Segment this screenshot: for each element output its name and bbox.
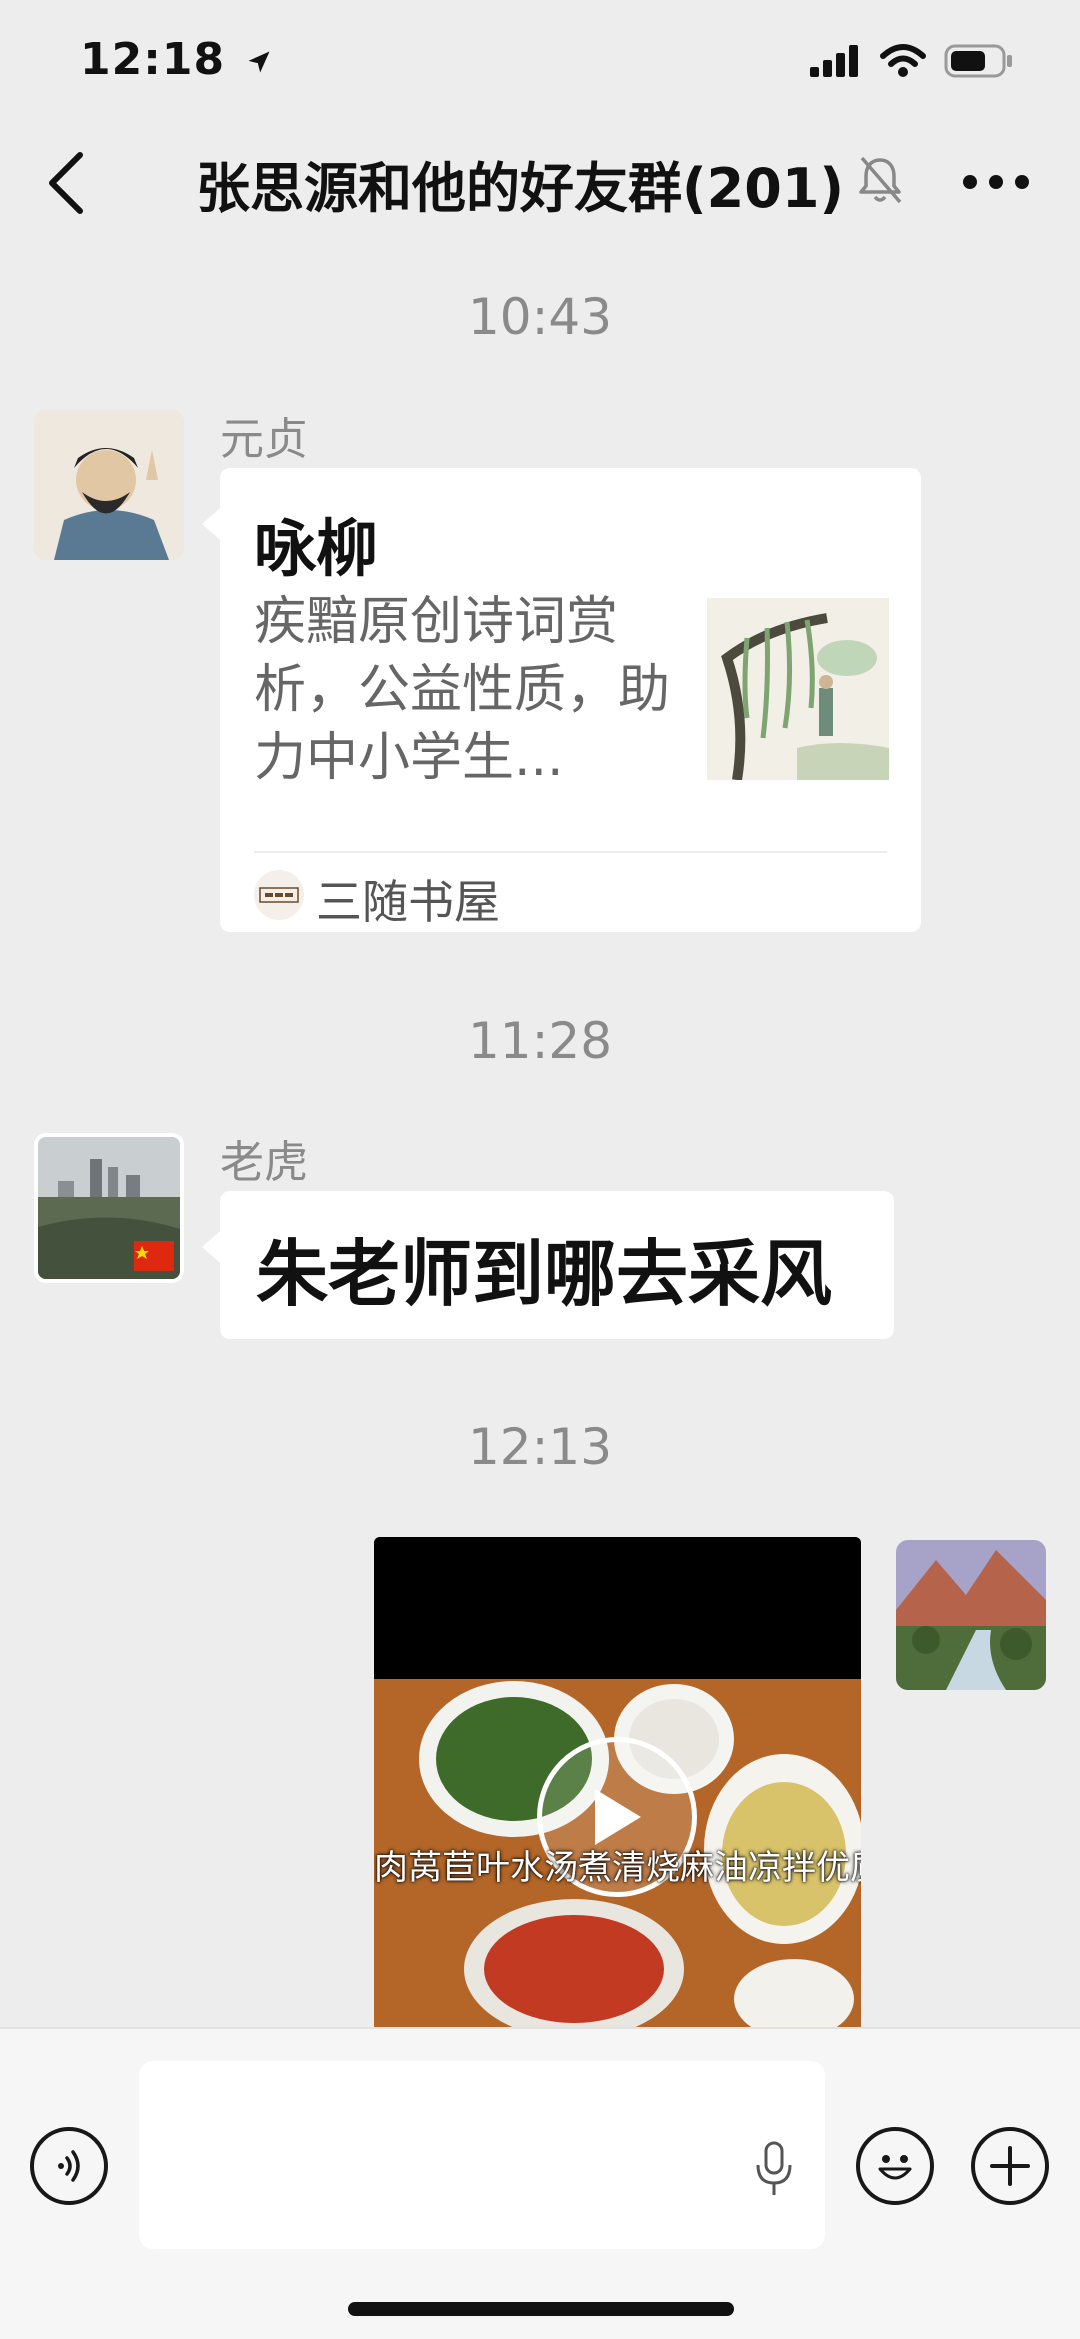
chat-title: 张思源和他的好友群(201) [196,157,845,220]
sender-name: 元贞 [220,414,308,465]
more-dots-icon [963,175,1029,189]
card-divider [254,851,887,853]
my-avatar[interactable] [896,1540,1046,1690]
chat-header: 张思源和他的好友群(201) [0,120,1080,240]
avatar-image [34,410,184,560]
card-thumbnail [707,598,889,780]
video-caption: 肉莴苣叶水汤煮清烧麻油凉拌优质 [374,1848,861,1888]
avatar-image [896,1540,1046,1690]
link-card[interactable]: 咏柳 疾黯原创诗词赏析，公益性质，助力中小学生... 三随书屋 [202,468,921,932]
message-text: 朱老师到哪去采风 [256,1232,833,1316]
timestamp: 11:28 [467,1012,613,1070]
avatar[interactable] [34,1133,184,1283]
home-indicator[interactable] [348,2302,734,2316]
sender-name: 老虎 [220,1137,308,1188]
back-button[interactable] [36,148,96,218]
chevron-left-icon [49,152,83,214]
mute-bell-icon [859,156,902,204]
status-bar: 12:18 [0,0,1080,120]
timestamp: 10:43 [467,288,613,346]
avatar-image [38,1137,180,1279]
timestamp: 12:13 [467,1418,613,1476]
plus-icon [990,2146,1030,2186]
battery-icon [944,44,1012,78]
more-actions-button[interactable] [971,2127,1049,2205]
status-icons [810,44,1014,78]
text-bubble[interactable]: 朱老师到哪去采风 [202,1191,894,1339]
voice-input-button[interactable] [30,2127,108,2205]
cellular-signal-icon [810,45,858,77]
card-description: 疾黯原创诗词赏析，公益性质，助力中小学生... [254,592,671,788]
microphone-icon[interactable] [754,2141,794,2197]
avatar[interactable] [34,410,184,560]
status-time: 12:18 [80,34,273,85]
willow-painting-image [707,598,889,780]
emoji-button[interactable] [856,2127,934,2205]
smiley-icon [878,2155,912,2180]
source-logo-icon [254,870,304,920]
message-input[interactable] [139,2061,825,2249]
voice-wave-icon [58,2150,80,2182]
input-bar [0,2027,1080,2339]
location-arrow-icon [248,51,270,73]
wifi-icon [880,44,926,77]
card-source-name: 三随书屋 [316,875,500,929]
more-options-button[interactable] [956,152,1036,212]
card-title: 咏柳 [254,512,379,585]
